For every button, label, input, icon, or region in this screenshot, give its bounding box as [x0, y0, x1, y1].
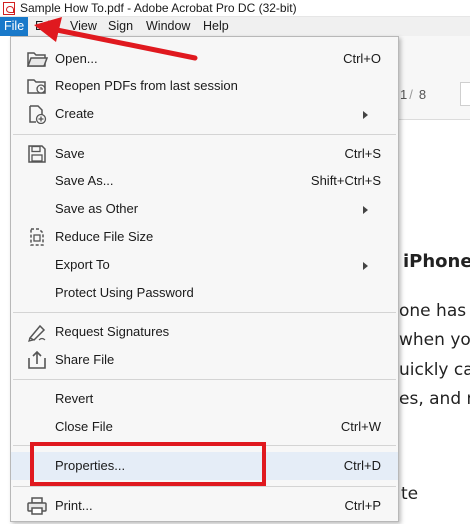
menu-item-reduce-file-size[interactable]: Reduce File Size: [11, 223, 398, 251]
page-navigator: 1/ 8: [400, 87, 426, 102]
menu-item-save-as[interactable]: Save As... Shift+Ctrl+S: [11, 167, 398, 195]
menu-item-reopen[interactable]: Reopen PDFs from last session: [11, 72, 398, 100]
reduce-size-icon: [26, 227, 48, 247]
save-icon: [26, 144, 48, 164]
current-page[interactable]: 1: [400, 87, 407, 102]
menu-item-save-as-other[interactable]: Save as Other: [11, 195, 398, 223]
menu-bar: File Edit View Sign Window Help: [0, 17, 470, 36]
signature-pen-icon: [26, 322, 48, 342]
menu-item-label: Close File: [55, 419, 113, 434]
menu-item-label: Revert: [55, 391, 94, 406]
submenu-arrow-icon: [363, 206, 368, 214]
submenu-arrow-icon: [363, 262, 368, 270]
shortcut-label: Ctrl+P: [344, 498, 381, 513]
menu-separator: [13, 486, 396, 487]
menu-item-label: Request Signatures: [55, 324, 170, 339]
menu-item-share-file[interactable]: Share File: [11, 346, 398, 374]
shortcut-label: Ctrl+D: [343, 458, 381, 473]
menu-item-create[interactable]: Create: [11, 100, 398, 128]
window-title: Sample How To.pdf - Adobe Acrobat Pro DC…: [20, 1, 297, 15]
shortcut-label: Ctrl+O: [343, 51, 381, 66]
menu-item-label: Save as Other: [55, 201, 139, 216]
menu-item-label: Reopen PDFs from last session: [55, 78, 238, 93]
menu-sign[interactable]: Sign: [104, 17, 137, 36]
total-pages: 8: [418, 87, 427, 102]
document-line: es, and n: [399, 389, 470, 409]
menu-item-label: Print...: [55, 498, 93, 513]
menu-item-export-to[interactable]: Export To: [11, 251, 398, 279]
menu-item-protect-password[interactable]: Protect Using Password: [11, 279, 398, 307]
menu-file[interactable]: File: [0, 17, 29, 36]
acrobat-pdf-icon: [3, 2, 15, 15]
annotation-highlight-box: [30, 442, 266, 486]
menu-item-request-signatures[interactable]: Request Signatures: [11, 318, 398, 346]
menu-item-label: Save As...: [55, 173, 114, 188]
menu-item-save[interactable]: Save Ctrl+S: [11, 140, 398, 168]
shortcut-label: Ctrl+W: [340, 419, 381, 434]
menu-help[interactable]: Help: [199, 17, 233, 36]
shortcut-label: Ctrl+S: [344, 146, 381, 161]
menu-item-print[interactable]: Print... Ctrl+P: [11, 492, 398, 520]
menu-edit[interactable]: Edit: [31, 17, 61, 36]
menu-item-label: Export To: [55, 257, 110, 272]
document-line: uickly ca: [399, 360, 470, 380]
submenu-arrow-icon: [363, 111, 368, 119]
reopen-folder-icon: [26, 76, 48, 96]
printer-icon: [26, 496, 48, 516]
menu-item-label: Save: [55, 146, 85, 161]
menu-item-label: Protect Using Password: [55, 285, 194, 300]
document-line: one has: [399, 301, 467, 321]
create-pdf-icon: [26, 104, 48, 125]
page-nav-button[interactable]: [460, 82, 470, 106]
document-line: te: [401, 484, 419, 504]
menu-separator: [13, 134, 396, 135]
share-icon: [26, 350, 48, 370]
title-bar: Sample How To.pdf - Adobe Acrobat Pro DC…: [0, 0, 470, 17]
shortcut-label: Shift+Ctrl+S: [310, 173, 381, 188]
menu-item-close-file[interactable]: Close File Ctrl+W: [11, 413, 398, 441]
menu-separator: [13, 379, 396, 380]
document-heading: iPhone: [403, 251, 470, 272]
menu-item-revert[interactable]: Revert: [11, 385, 398, 413]
document-toolbar: [398, 36, 470, 120]
page-separator: /: [409, 87, 413, 102]
open-folder-icon: [26, 49, 49, 69]
document-line: when you: [399, 330, 470, 350]
menu-item-label: Open...: [55, 51, 98, 66]
menu-separator: [13, 312, 396, 313]
menu-item-open[interactable]: Open... Ctrl+O: [11, 45, 398, 73]
menu-item-label: Create: [55, 106, 95, 121]
menu-item-label: Reduce File Size: [55, 229, 154, 244]
menu-window[interactable]: Window: [142, 17, 194, 36]
menu-item-label: Share File: [55, 352, 115, 367]
menu-view[interactable]: View: [66, 17, 101, 36]
